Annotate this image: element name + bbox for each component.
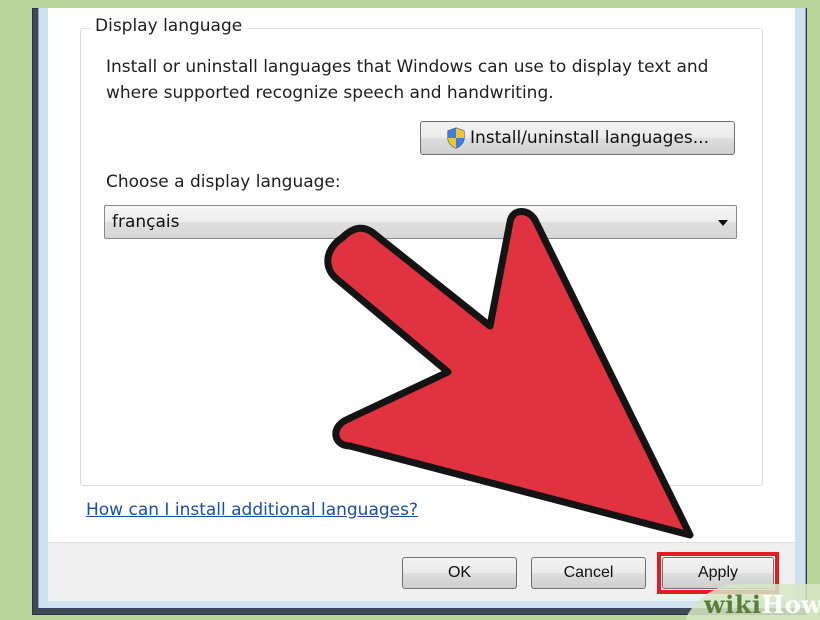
group-description: Install or uninstall languages that Wind… [106, 57, 709, 103]
watermark-text: wikiHow [704, 590, 820, 619]
group-title: Display language [90, 16, 248, 36]
wikihow-watermark: wikiHow [680, 584, 820, 620]
watermark-wiki: wiki [704, 590, 762, 619]
install-button-label: Install/uninstall languages... [470, 128, 709, 148]
display-language-dropdown[interactable]: français [104, 205, 737, 239]
selected-language: français [112, 212, 180, 232]
install-uninstall-languages-button[interactable]: Install/uninstall languages... [420, 121, 735, 155]
uac-shield-icon [447, 127, 465, 149]
ok-button[interactable]: OK [402, 557, 517, 589]
watermark-how: How [761, 590, 820, 619]
choose-language-label: Choose a display language: [106, 172, 341, 192]
install-languages-help-link[interactable]: How can I install additional languages? [86, 500, 418, 520]
cancel-button[interactable]: Cancel [531, 557, 646, 589]
screenshot-stage: Display language Install or uninstall la… [0, 0, 820, 620]
chevron-down-icon [718, 220, 728, 226]
